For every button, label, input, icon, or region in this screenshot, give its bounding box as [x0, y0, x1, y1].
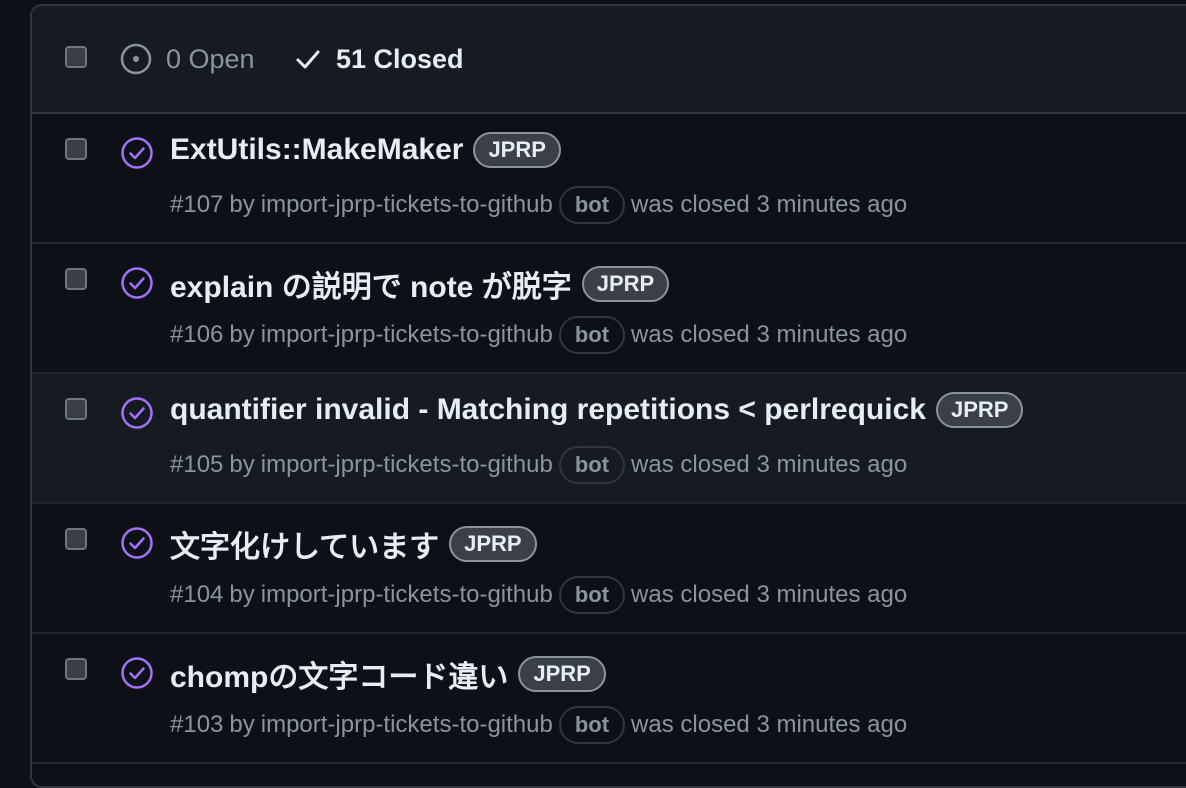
open-issues-filter[interactable]: 0 Open	[120, 42, 255, 76]
check-icon	[296, 50, 320, 69]
issue-label[interactable]: JPRP	[518, 656, 606, 692]
issue-title-link[interactable]: ExtUtils::MakeMaker	[170, 133, 463, 167]
issues-list-box: 0 Open 51 Closed ExtUtils::MakeMaker JPR…	[30, 4, 1186, 788]
issue-by-text: by	[229, 711, 255, 738]
issue-row: explain の説明で note が脱字 JPRP #106 by impor…	[32, 244, 1186, 374]
bot-badge: bot	[558, 316, 626, 354]
issue-number: #105	[170, 451, 224, 478]
issue-label[interactable]: JPRP	[581, 266, 670, 302]
issue-number: #103	[170, 711, 224, 738]
bot-badge: bot	[558, 706, 626, 744]
select-all-checkbox[interactable]	[65, 46, 87, 68]
issue-meta: #104 by import-jprp-tickets-to-github bo…	[170, 576, 907, 614]
issue-title-line: ExtUtils::MakeMaker JPRP	[170, 132, 561, 168]
issue-row: ExtUtils::MakeMaker JPRP #107 by import-…	[32, 114, 1186, 244]
issue-title-link[interactable]: chompの文字コード違い	[170, 652, 508, 696]
bot-badge: bot	[558, 576, 626, 614]
issue-number: #104	[170, 581, 224, 608]
issue-title-line: 文字化けしています JPRP	[170, 522, 537, 566]
bot-badge: bot	[558, 446, 626, 484]
issue-title-link[interactable]: explain の説明で note が脱字	[170, 262, 572, 306]
issue-by-text: by	[229, 191, 255, 218]
closed-issues-filter[interactable]: 51 Closed	[294, 42, 464, 76]
issue-author-link[interactable]: import-jprp-tickets-to-github	[261, 711, 553, 739]
issue-closed-time: was closed 3 minutes ago	[631, 191, 908, 218]
issue-row: chompの文字コード違い JPRP #103 by import-jprp-t…	[32, 634, 1186, 764]
issue-open-icon	[120, 43, 152, 75]
open-issues-label: 0 Open	[166, 43, 255, 74]
issue-closed-icon	[121, 657, 153, 689]
issue-closed-time: was closed 3 minutes ago	[631, 451, 908, 478]
issue-meta: #106 by import-jprp-tickets-to-github bo…	[170, 316, 907, 354]
issue-closed-icon	[121, 267, 153, 299]
issue-closed-time: was closed 3 minutes ago	[631, 321, 908, 348]
issue-checkbox[interactable]	[65, 658, 87, 680]
issue-title-line: explain の説明で note が脱字 JPRP	[170, 262, 670, 306]
issue-checkbox[interactable]	[65, 268, 87, 290]
issue-by-text: by	[229, 451, 255, 478]
issue-label[interactable]: JPRP	[473, 132, 561, 168]
issue-number: #107	[170, 191, 224, 218]
closed-issues-label: 51 Closed	[336, 43, 464, 74]
bot-badge: bot	[558, 186, 626, 224]
issue-row: quantifier invalid - Matching repetition…	[32, 374, 1186, 504]
issue-by-text: by	[229, 321, 255, 348]
issue-author-link[interactable]: import-jprp-tickets-to-github	[261, 581, 553, 609]
issue-checkbox[interactable]	[65, 528, 87, 550]
issue-meta: #107 by import-jprp-tickets-to-github bo…	[170, 186, 907, 224]
issue-closed-icon	[121, 397, 153, 429]
issue-closed-time: was closed 3 minutes ago	[631, 581, 908, 608]
issue-title-line: quantifier invalid - Matching repetition…	[170, 392, 1024, 428]
issue-label[interactable]: JPRP	[935, 392, 1024, 428]
issue-by-text: by	[229, 581, 255, 608]
issue-row: 文字化けしています JPRP #104 by import-jprp-ticke…	[32, 504, 1186, 634]
issue-author-link[interactable]: import-jprp-tickets-to-github	[261, 321, 553, 349]
issue-author-link[interactable]: import-jprp-tickets-to-github	[261, 191, 553, 219]
issue-title-line: chompの文字コード違い JPRP	[170, 652, 606, 696]
issue-closed-icon	[121, 527, 153, 559]
page-gutter	[0, 0, 30, 770]
issue-number: #106	[170, 321, 224, 348]
issue-closed-icon	[121, 137, 153, 169]
issues-list-header: 0 Open 51 Closed	[32, 6, 1186, 114]
issue-closed-time: was closed 3 minutes ago	[631, 711, 908, 738]
issue-meta: #103 by import-jprp-tickets-to-github bo…	[170, 706, 907, 744]
issue-title-link[interactable]: 文字化けしています	[170, 522, 439, 566]
issue-checkbox[interactable]	[65, 138, 87, 160]
issue-author-link[interactable]: import-jprp-tickets-to-github	[261, 451, 553, 479]
issue-title-link[interactable]: quantifier invalid - Matching repetition…	[170, 393, 926, 427]
issue-meta: #105 by import-jprp-tickets-to-github bo…	[170, 446, 907, 484]
issue-label[interactable]: JPRP	[449, 526, 537, 562]
issue-checkbox[interactable]	[65, 398, 87, 420]
